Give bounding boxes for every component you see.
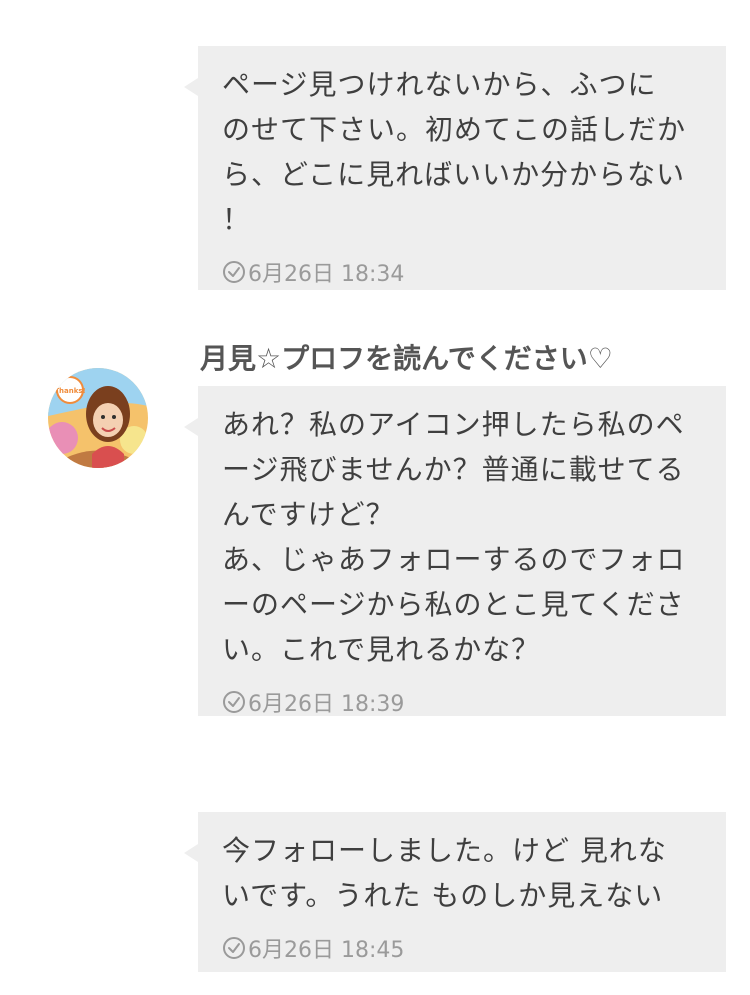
message-text: 今フォローしました。けど 見れな いです。うれた ものしか見えない — [222, 834, 667, 912]
avatar[interactable]: Thanks! — [48, 368, 148, 468]
timestamp: 6月26日 18:34 — [222, 258, 708, 287]
clock-icon — [222, 690, 246, 714]
avatar-badge-text: Thanks! — [54, 387, 85, 395]
message-bubble[interactable]: ページ見つけれないから、ふつに のせて下さい。初めてこの話しだか ら、どこに見れ… — [184, 46, 726, 290]
timestamp-text: 6月26日 18:34 — [248, 262, 405, 287]
sender-name[interactable]: 月見☆プロフを読んでください♡ — [200, 337, 613, 377]
timestamp: 6月26日 18:39 — [222, 688, 708, 717]
timestamp-text: 6月26日 18:39 — [248, 692, 405, 717]
clock-icon — [222, 260, 246, 284]
timestamp: 6月26日 18:45 — [222, 934, 708, 963]
message-text: あれ？私のアイコン押したら私のペ ージ飛びませんか？普通に載せてる んですけど？… — [222, 408, 686, 666]
message-bubble[interactable]: あれ？私のアイコン押したら私のペ ージ飛びませんか？普通に載せてる んですけど？… — [184, 386, 726, 717]
message-text: ページ見つけれないから、ふつに のせて下さい。初めてこの話しだか ら、どこに見れ… — [222, 68, 687, 236]
clock-icon — [222, 936, 246, 960]
message-bubble[interactable]: 今フォローしました。けど 見れな いです。うれた ものしか見えない 6月26日 … — [184, 812, 726, 972]
timestamp-text: 6月26日 18:45 — [248, 938, 405, 963]
